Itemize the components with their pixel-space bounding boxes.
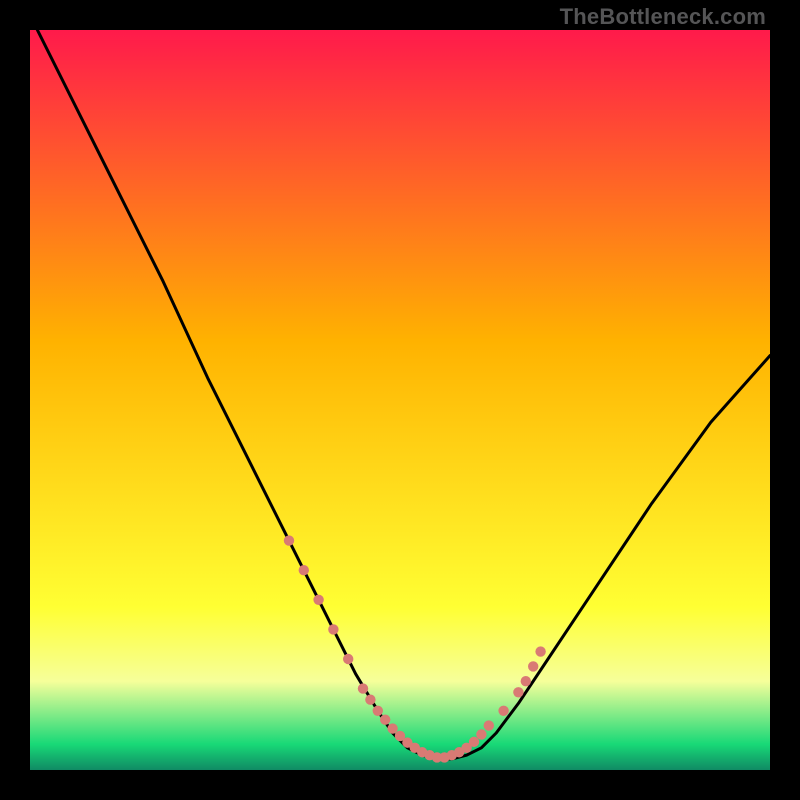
highlight-dot xyxy=(299,565,309,575)
highlight-dot xyxy=(521,676,531,686)
highlight-dot xyxy=(469,737,479,747)
highlight-dot xyxy=(484,720,494,730)
highlight-dot xyxy=(380,714,390,724)
highlight-dot xyxy=(328,624,338,634)
watermark-text: TheBottleneck.com xyxy=(560,4,766,30)
highlight-dot xyxy=(528,661,538,671)
highlight-dot xyxy=(284,535,294,545)
chart-frame: TheBottleneck.com xyxy=(0,0,800,800)
highlight-dot xyxy=(513,687,523,697)
highlight-dot xyxy=(498,706,508,716)
chart-plot-area xyxy=(30,30,770,770)
highlight-dot xyxy=(535,646,545,656)
highlight-dot xyxy=(358,683,368,693)
highlight-dot xyxy=(313,595,323,605)
highlight-dot xyxy=(373,706,383,716)
highlight-dot xyxy=(387,723,397,733)
highlight-dot xyxy=(365,695,375,705)
highlight-dot xyxy=(343,654,353,664)
highlight-dot xyxy=(476,729,486,739)
chart-svg xyxy=(30,30,770,770)
chart-background xyxy=(30,30,770,770)
